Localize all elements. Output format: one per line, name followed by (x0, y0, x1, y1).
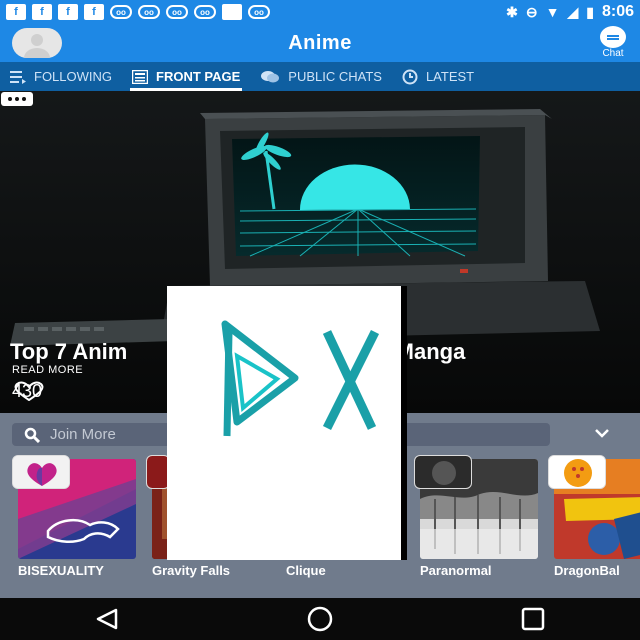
community-name: DragonBal (554, 563, 620, 578)
community-name: Gravity Falls (152, 563, 231, 578)
voicemail-icon: oo (138, 5, 160, 19)
facebook-icon: f (58, 4, 78, 20)
front-page-icon (132, 69, 149, 84)
tab-following[interactable]: FOLLOWING (0, 62, 122, 91)
list-icon (10, 70, 26, 84)
likes[interactable]: 430 (12, 381, 44, 402)
facebook-icon: f (32, 4, 52, 20)
voicemail-icon: oo (110, 5, 132, 19)
community-name: Clique (286, 563, 326, 578)
voicemail-icon: oo (248, 5, 270, 19)
back-button[interactable] (87, 604, 127, 634)
community-avatar (548, 455, 606, 489)
facebook-icon: f (6, 4, 26, 20)
chevron-down-icon[interactable] (594, 425, 610, 441)
app-bar: Anime Chat (0, 24, 640, 62)
comment-icon[interactable] (0, 91, 34, 109)
recents-button[interactable] (513, 604, 553, 634)
community-card-dragonball[interactable]: DragonBal (548, 455, 640, 582)
tab-front-page[interactable]: FRONT PAGE (122, 62, 250, 91)
community-avatar (414, 455, 472, 489)
no-signal-icon: ◢ (567, 3, 579, 20)
chat-button[interactable]: Chat (596, 26, 630, 60)
community-title: Anime (288, 31, 352, 54)
tab-label: LATEST (425, 69, 475, 84)
clock-icon (402, 69, 418, 84)
chat-icon (600, 26, 626, 48)
tab-label: FOLLOWING (34, 69, 113, 84)
search-icon (24, 427, 40, 443)
wifi-icon: ▼ (545, 4, 560, 20)
facebook-icon: f (84, 4, 104, 20)
chat-bubbles-icon (261, 70, 280, 82)
tab-latest[interactable]: LATEST (392, 62, 484, 91)
tab-bar: FOLLOWING FRONT PAGE PUBLIC CHATS LATEST (0, 62, 640, 91)
community-card-paranormal[interactable]: Paranormal (414, 455, 538, 582)
blank-square-icon (222, 4, 242, 20)
battery-icon: ▮ (586, 3, 594, 20)
bluetooth-icon: ✱ (506, 3, 518, 20)
do-not-disturb-icon: ⊖ (525, 3, 538, 20)
search-placeholder: Join More (50, 426, 116, 443)
tab-label: FRONT PAGE (156, 69, 241, 84)
voicemail-icon: oo (194, 5, 216, 19)
status-bar: f f f f oo oo oo oo oo ✱ ⊖ ▼ ◢ ▮ 8:06 (0, 0, 640, 24)
chat-label: Chat (602, 48, 624, 59)
home-button[interactable] (300, 604, 340, 634)
community-name: BISEXUALITY (18, 563, 104, 578)
community-avatar (12, 455, 70, 489)
app-screen: f f f f oo oo oo oo oo ✱ ⊖ ▼ ◢ ▮ 8:06 An… (0, 0, 640, 640)
tab-label: PUBLIC CHATS (288, 69, 382, 84)
avatar[interactable] (12, 28, 62, 58)
tab-public-chats[interactable]: PUBLIC CHATS (250, 62, 392, 91)
overlay-ad[interactable] (167, 286, 407, 560)
recents-icon (522, 607, 545, 631)
voicemail-icon: oo (166, 5, 188, 19)
home-icon (307, 606, 333, 632)
system-navigation-bar (0, 598, 640, 640)
community-name: Paranormal (420, 563, 492, 578)
read-more-link[interactable]: READ MORE (12, 364, 83, 376)
community-card-bisexuality[interactable]: BISEXUALITY (12, 455, 136, 582)
clock-time: 8:06 (601, 3, 634, 20)
heart-icon (14, 381, 44, 401)
back-icon (96, 608, 117, 630)
